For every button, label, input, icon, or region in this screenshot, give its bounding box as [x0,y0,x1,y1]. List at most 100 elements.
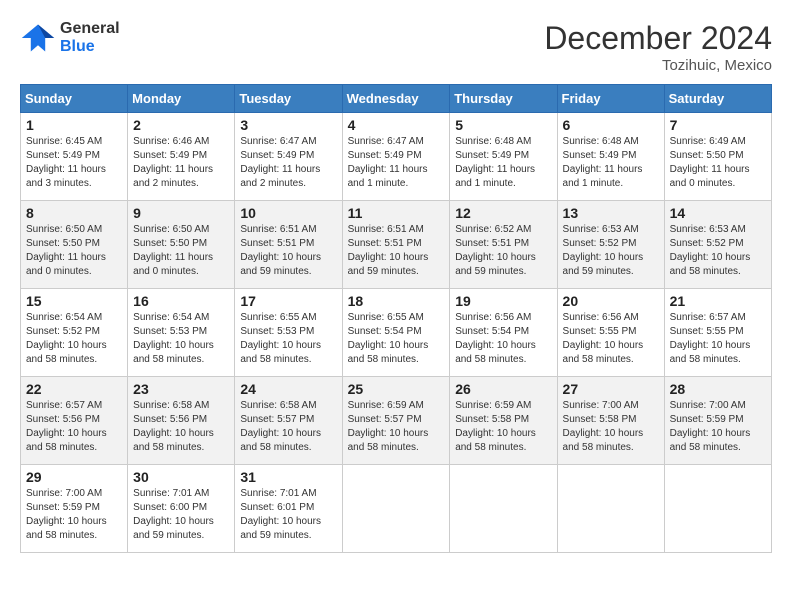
calendar-cell: 15 Sunrise: 6:54 AM Sunset: 5:52 PM Dayli… [21,289,128,377]
calendar-cell: 8Sunrise: 6:50 AM Sunset: 5:50 PM Daylig… [21,201,128,289]
day-info: Sunrise: 6:59 AM Sunset: 5:58 PM Dayligh… [455,399,551,455]
month-title: December 2024 [544,20,772,57]
calendar-cell: 7 Sunrise: 6:49 AM Sunset: 5:50 PM Daylig… [664,113,771,201]
calendar-cell [450,465,557,553]
day-number: 31 [240,469,336,485]
day-number: 21 [670,293,766,309]
calendar-cell: 13 Sunrise: 6:53 AM Sunset: 5:52 PM Dayli… [557,201,664,289]
calendar-cell: 20Sunrise: 6:56 AM Sunset: 5:55 PM Dayli… [557,289,664,377]
calendar-cell: 17 Sunrise: 6:55 AM Sunset: 5:53 PM Dayli… [235,289,342,377]
calendar-cell: 10 Sunrise: 6:51 AM Sunset: 5:51 PM Dayli… [235,201,342,289]
day-info: Sunrise: 6:47 AM Sunset: 5:49 PM Dayligh… [348,135,445,191]
day-info: Sunrise: 6:55 AM Sunset: 5:54 PM Dayligh… [348,311,445,367]
weekday-header: Monday [128,85,235,113]
day-info: Sunrise: 6:58 AM Sunset: 5:57 PM Dayligh… [240,399,336,455]
calendar-week-row: 15 Sunrise: 6:54 AM Sunset: 5:52 PM Dayli… [21,289,772,377]
weekday-header: Sunday [21,85,128,113]
day-info: Sunrise: 6:51 AM Sunset: 5:51 PM Dayligh… [348,223,445,279]
day-info: Sunrise: 6:51 AM Sunset: 5:51 PM Dayligh… [240,223,336,279]
day-number: 29 [26,469,122,485]
calendar-cell: 24Sunrise: 6:58 AM Sunset: 5:57 PM Dayli… [235,377,342,465]
day-info: Sunrise: 6:47 AM Sunset: 5:49 PM Dayligh… [240,135,336,191]
calendar-cell: 21 Sunrise: 6:57 AM Sunset: 5:55 PM Dayli… [664,289,771,377]
calendar-cell [664,465,771,553]
weekday-header: Wednesday [342,85,450,113]
calendar-cell [342,465,450,553]
day-number: 8 [26,205,122,221]
day-number: 16 [133,293,229,309]
calendar-cell: 2 Sunrise: 6:46 AM Sunset: 5:49 PM Daylig… [128,113,235,201]
day-info: Sunrise: 6:48 AM Sunset: 5:49 PM Dayligh… [455,135,551,191]
day-number: 18 [348,293,445,309]
calendar-cell: 3 Sunrise: 6:47 AM Sunset: 5:49 PM Daylig… [235,113,342,201]
calendar-cell: 23Sunrise: 6:58 AM Sunset: 5:56 PM Dayli… [128,377,235,465]
day-info: Sunrise: 6:48 AM Sunset: 5:49 PM Dayligh… [563,135,659,191]
calendar-cell: 27 Sunrise: 7:00 AM Sunset: 5:58 PM Dayli… [557,377,664,465]
calendar-cell: 14 Sunrise: 6:53 AM Sunset: 5:52 PM Dayli… [664,201,771,289]
day-number: 3 [240,117,336,133]
day-number: 14 [670,205,766,221]
logo-text: General Blue [60,20,120,56]
calendar-cell: 11 Sunrise: 6:51 AM Sunset: 5:51 PM Dayli… [342,201,450,289]
weekday-header: Friday [557,85,664,113]
calendar-cell: 6 Sunrise: 6:48 AM Sunset: 5:49 PM Daylig… [557,113,664,201]
day-info: Sunrise: 6:46 AM Sunset: 5:49 PM Dayligh… [133,135,229,191]
calendar-week-row: 29Sunrise: 7:00 AM Sunset: 5:59 PM Dayli… [21,465,772,553]
calendar-cell: 30Sunrise: 7:01 AM Sunset: 6:00 PM Dayli… [128,465,235,553]
day-number: 12 [455,205,551,221]
calendar-cell: 28 Sunrise: 7:00 AM Sunset: 5:59 PM Dayli… [664,377,771,465]
day-number: 7 [670,117,766,133]
day-info: Sunrise: 6:55 AM Sunset: 5:53 PM Dayligh… [240,311,336,367]
calendar-cell: 4Sunrise: 6:47 AM Sunset: 5:49 PM Daylig… [342,113,450,201]
day-info: Sunrise: 6:57 AM Sunset: 5:55 PM Dayligh… [670,311,766,367]
weekday-header: Tuesday [235,85,342,113]
day-number: 11 [348,205,445,221]
calendar-cell: 26 Sunrise: 6:59 AM Sunset: 5:58 PM Dayli… [450,377,557,465]
day-info: Sunrise: 7:01 AM Sunset: 6:01 PM Dayligh… [240,487,336,543]
day-info: Sunrise: 6:54 AM Sunset: 5:52 PM Dayligh… [26,311,122,367]
calendar-cell: 12 Sunrise: 6:52 AM Sunset: 5:51 PM Dayli… [450,201,557,289]
day-info: Sunrise: 6:56 AM Sunset: 5:55 PM Dayligh… [563,311,659,367]
day-number: 2 [133,117,229,133]
calendar-header-row: SundayMondayTuesdayWednesdayThursdayFrid… [21,85,772,113]
page-header: General Blue December 2024 Tozihuic, Mex… [20,20,772,74]
day-number: 28 [670,381,766,397]
logo-icon [20,20,56,56]
day-number: 22 [26,381,122,397]
day-info: Sunrise: 6:53 AM Sunset: 5:52 PM Dayligh… [563,223,659,279]
calendar-cell: 22 Sunrise: 6:57 AM Sunset: 5:56 PM Dayli… [21,377,128,465]
calendar-cell [557,465,664,553]
day-number: 15 [26,293,122,309]
day-info: Sunrise: 7:01 AM Sunset: 6:00 PM Dayligh… [133,487,229,543]
calendar-week-row: 1 Sunrise: 6:45 AM Sunset: 5:49 PM Daylig… [21,113,772,201]
day-number: 19 [455,293,551,309]
calendar-cell: 18 Sunrise: 6:55 AM Sunset: 5:54 PM Dayli… [342,289,450,377]
day-info: Sunrise: 6:49 AM Sunset: 5:50 PM Dayligh… [670,135,766,191]
day-info: Sunrise: 6:59 AM Sunset: 5:57 PM Dayligh… [348,399,445,455]
day-number: 17 [240,293,336,309]
calendar-cell: 16Sunrise: 6:54 AM Sunset: 5:53 PM Dayli… [128,289,235,377]
weekday-header: Thursday [450,85,557,113]
day-number: 6 [563,117,659,133]
day-info: Sunrise: 7:00 AM Sunset: 5:59 PM Dayligh… [670,399,766,455]
day-info: Sunrise: 7:00 AM Sunset: 5:58 PM Dayligh… [563,399,659,455]
day-number: 10 [240,205,336,221]
calendar-cell: 1 Sunrise: 6:45 AM Sunset: 5:49 PM Daylig… [21,113,128,201]
day-info: Sunrise: 6:52 AM Sunset: 5:51 PM Dayligh… [455,223,551,279]
day-number: 26 [455,381,551,397]
day-number: 1 [26,117,122,133]
calendar-week-row: 22 Sunrise: 6:57 AM Sunset: 5:56 PM Dayli… [21,377,772,465]
day-info: Sunrise: 6:45 AM Sunset: 5:49 PM Dayligh… [26,135,122,191]
day-number: 13 [563,205,659,221]
calendar-cell: 25Sunrise: 6:59 AM Sunset: 5:57 PM Dayli… [342,377,450,465]
day-number: 9 [133,205,229,221]
day-info: Sunrise: 6:57 AM Sunset: 5:56 PM Dayligh… [26,399,122,455]
day-number: 23 [133,381,229,397]
calendar-cell: 29Sunrise: 7:00 AM Sunset: 5:59 PM Dayli… [21,465,128,553]
day-info: Sunrise: 6:53 AM Sunset: 5:52 PM Dayligh… [670,223,766,279]
day-number: 27 [563,381,659,397]
day-info: Sunrise: 6:50 AM Sunset: 5:50 PM Dayligh… [133,223,229,279]
calendar-cell: 5Sunrise: 6:48 AM Sunset: 5:49 PM Daylig… [450,113,557,201]
weekday-header: Saturday [664,85,771,113]
logo: General Blue [20,20,120,56]
